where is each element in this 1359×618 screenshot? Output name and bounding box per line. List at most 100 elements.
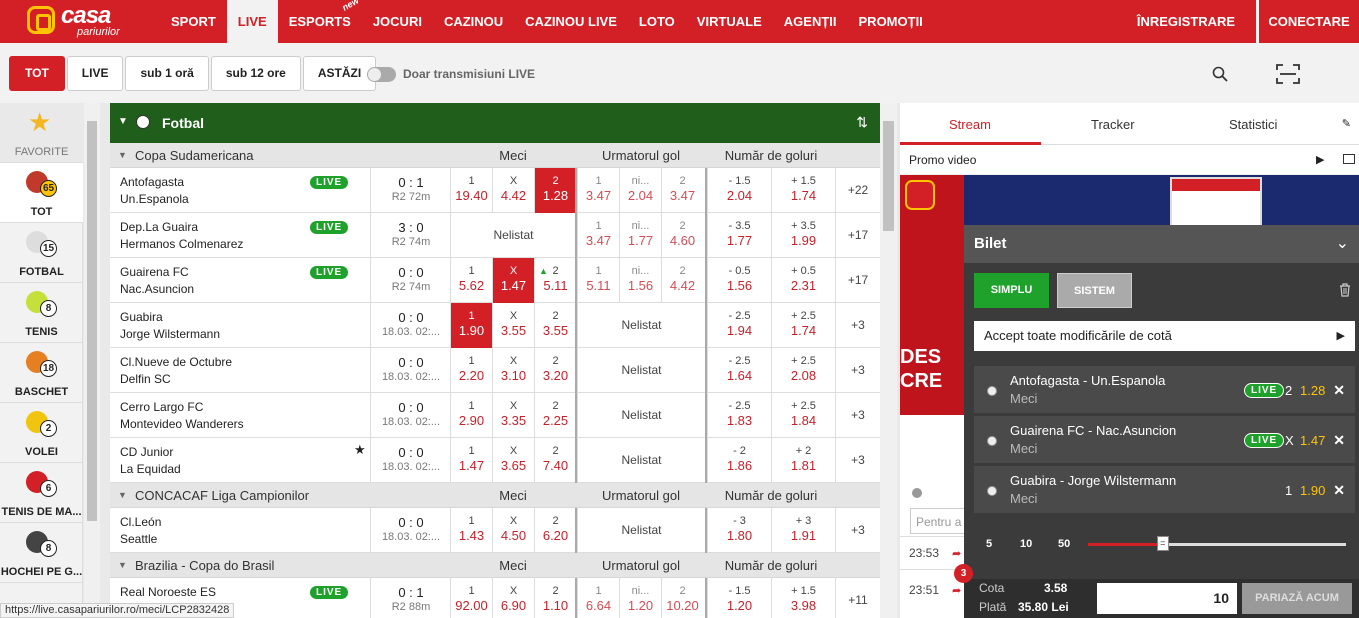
more-markets-link[interactable]: +17 (835, 213, 880, 258)
more-markets-link[interactable]: +3 (835, 438, 880, 483)
odd-button[interactable]: - 1.5 1.20 (707, 578, 771, 618)
sidebar-item-ice-hockey[interactable]: 8 HOCHEI PE G... (0, 523, 83, 583)
play-icon[interactable]: ▶ (1316, 153, 1324, 166)
filter-button-0[interactable]: TOT (9, 56, 65, 91)
odd-button[interactable]: 2 5.11 ▲ (534, 258, 576, 303)
quick-stake-button[interactable]: 5 (986, 538, 992, 550)
nav-item-esports[interactable]: ESPORTS new (278, 0, 366, 43)
odd-button[interactable]: X 1.47 (492, 258, 534, 303)
odd-button[interactable]: + 2.5 1.74 (771, 303, 835, 348)
odd-button[interactable]: ni... 1.20 (619, 578, 661, 618)
odd-button[interactable]: 2 3.47 (661, 168, 703, 213)
odd-button[interactable]: - 1.5 2.04 (707, 168, 771, 213)
odd-button[interactable]: 1 1.43 (450, 508, 492, 553)
casa-pariurilor-logo[interactable]: casa pariurilor (27, 2, 137, 40)
odd-button[interactable]: 2 4.60 (661, 213, 703, 258)
events-scrollbar[interactable] (880, 103, 897, 618)
stake-input[interactable]: 10 (1097, 583, 1237, 614)
odd-button[interactable]: X 4.50 (492, 508, 534, 553)
odd-button[interactable]: X 6.90 (492, 578, 534, 618)
match-row[interactable]: Guabira Jorge Wilstermann 0 : 0 18.03. 02:.… (110, 303, 880, 348)
odd-button[interactable]: 2 1.28 (534, 168, 576, 213)
bet-type-simple-button[interactable]: SIMPLU (974, 273, 1049, 308)
match-row[interactable]: Guairena FC Nac.Asuncion LIVE 0 : 0 R2 74m 1 5… (110, 258, 880, 303)
remove-selection-icon[interactable]: ✕ (1333, 382, 1345, 399)
odd-button[interactable]: 2 1.10 (534, 578, 576, 618)
live-stream-toggle[interactable] (367, 67, 396, 82)
collapse-caret-icon[interactable]: ▼ (118, 116, 128, 127)
stake-slider-handle[interactable]: = (1156, 536, 1169, 551)
share-arrow-icon[interactable]: ➦ (952, 547, 961, 560)
odd-button[interactable]: 2 4.42 (661, 258, 703, 303)
odd-button[interactable]: 2 7.40 (534, 438, 576, 483)
odd-button[interactable]: - 3 1.80 (707, 508, 771, 553)
remove-selection-icon[interactable]: ✕ (1333, 432, 1345, 449)
quick-stake-button[interactable]: 10 (1020, 538, 1032, 550)
nav-item-promo-ii[interactable]: PROMOȚII (848, 0, 934, 43)
odd-button[interactable]: + 1.5 1.74 (771, 168, 835, 213)
nav-item-virtuale[interactable]: VIRTUALE (686, 0, 773, 43)
odd-button[interactable]: 1 1.90 (450, 303, 492, 348)
trash-icon[interactable] (1339, 283, 1351, 297)
nav-item-loto[interactable]: LOTO (628, 0, 686, 43)
promo-video-bar[interactable]: Promo video ▶ (900, 145, 1359, 175)
match-teams[interactable]: Cl.Nueve de Octubre Delfin SC (120, 354, 232, 388)
search-icon[interactable] (1212, 66, 1228, 82)
odd-button[interactable]: + 2.5 1.84 (771, 393, 835, 438)
tab-tracker[interactable]: Tracker (1091, 117, 1135, 132)
match-teams[interactable]: Cl.León Seattle (120, 514, 161, 548)
sidebar-item-basketball[interactable]: 18 BASCHET (0, 343, 83, 403)
odd-button[interactable]: - 2.5 1.94 (707, 303, 771, 348)
odd-button[interactable]: 2 2.25 (534, 393, 576, 438)
collapse-caret-icon[interactable]: ▼ (118, 560, 127, 570)
tab-stream[interactable]: Stream (949, 117, 991, 132)
odd-button[interactable]: - 2.5 1.64 (707, 348, 771, 393)
more-markets-link[interactable]: +22 (835, 168, 880, 213)
events-scroll-thumb[interactable] (883, 121, 894, 231)
login-button[interactable]: CONECTARE (1256, 0, 1359, 43)
chat-input[interactable]: Pentru a (910, 508, 970, 534)
odd-button[interactable]: 1 3.47 (577, 213, 619, 258)
odd-button[interactable]: X 3.10 (492, 348, 534, 393)
sidebar-item-volleyball[interactable]: 2 VOLEI (0, 403, 83, 463)
sidebar-scroll-thumb[interactable] (87, 121, 97, 521)
odd-button[interactable]: - 2.5 1.83 (707, 393, 771, 438)
odd-button[interactable]: ni... 1.56 (619, 258, 661, 303)
match-teams[interactable]: Guairena FC Nac.Asuncion (120, 264, 194, 298)
odd-button[interactable]: 1 2.90 (450, 393, 492, 438)
odd-button[interactable]: X 3.55 (492, 303, 534, 348)
match-row[interactable]: Cerro Largo FC Montevideo Wanderers 0 : 01… (110, 393, 880, 438)
remove-selection-icon[interactable]: ✕ (1333, 482, 1345, 499)
odd-button[interactable]: 1 5.11 (577, 258, 619, 303)
quick-stake-button[interactable]: 50 (1058, 538, 1070, 550)
odd-button[interactable]: + 3.5 1.99 (771, 213, 835, 258)
sport-header-fotbal[interactable]: ▼ Fotbal ⇅ (110, 103, 880, 143)
odd-button[interactable]: + 3 1.91 (771, 508, 835, 553)
nav-item-sport[interactable]: SPORT (160, 0, 227, 43)
more-markets-link[interactable]: +3 (835, 303, 880, 348)
match-teams[interactable]: Antofagasta Un.Espanola (120, 174, 189, 208)
match-row[interactable]: Antofagasta Un.Espanola LIVE 0 : 1 R2 72m 1 19… (110, 168, 880, 213)
more-markets-link[interactable]: +3 (835, 393, 880, 438)
odd-button[interactable]: 1 5.62 (450, 258, 492, 303)
nav-item-jocuri[interactable]: JOCURI (362, 0, 433, 43)
match-row[interactable]: CD Junior La Equidad ★ 0 : 0 18.03. 02:... 1 1… (110, 438, 880, 483)
odd-button[interactable]: ni... 1.77 (619, 213, 661, 258)
favorite-star-icon[interactable]: ★ (354, 442, 366, 458)
match-teams[interactable]: CD Junior La Equidad (120, 444, 181, 478)
sort-icon[interactable]: ⇅ (856, 114, 868, 131)
bet-type-system-button[interactable]: SISTEM (1057, 273, 1132, 308)
more-markets-link[interactable]: +11 (835, 578, 880, 618)
odd-button[interactable]: 1 19.40 (450, 168, 492, 213)
filter-button-1[interactable]: LIVE (66, 56, 124, 91)
odd-button[interactable]: 1 92.00 (450, 578, 492, 618)
picture-in-picture-icon[interactable] (1343, 154, 1355, 164)
place-bet-button[interactable]: PARIAZĂ ACUM (1242, 583, 1352, 614)
filter-button-4[interactable]: ASTĂZI (302, 56, 377, 91)
odd-button[interactable]: X 3.35 (492, 393, 534, 438)
betslip-header[interactable]: Bilet ⌄ (964, 225, 1359, 263)
sidebar-item-table-tennis[interactable]: 6 TENIS DE MA... (0, 463, 83, 523)
odd-button[interactable]: - 0.5 1.56 (707, 258, 771, 303)
filter-button-2[interactable]: sub 1 oră (125, 56, 209, 91)
odd-button[interactable]: ni... 2.04 (619, 168, 661, 213)
